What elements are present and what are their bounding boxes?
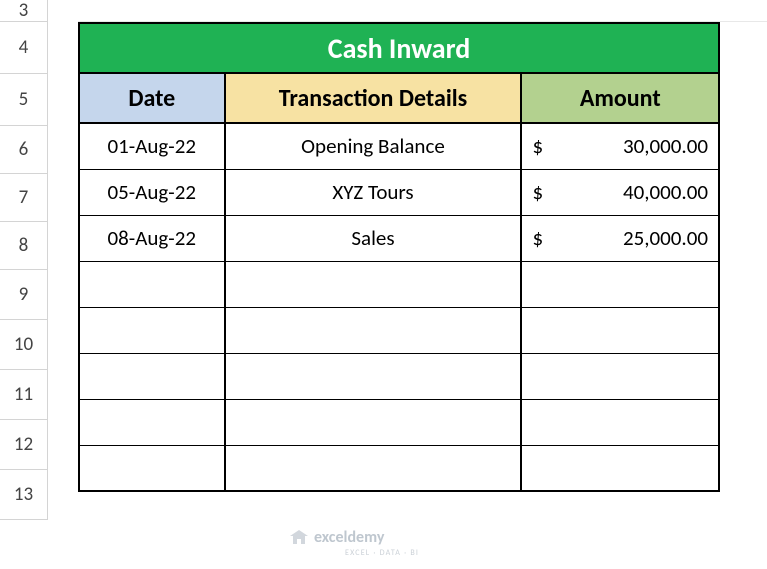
table-row: 05-Aug-22 XYZ Tours $40,000.00 <box>79 169 719 215</box>
cell-details[interactable] <box>225 307 522 353</box>
cell-details[interactable]: Sales <box>225 215 522 261</box>
table-row <box>79 261 719 307</box>
grid-area: Cash Inward Date Transaction Details Amo… <box>48 0 767 520</box>
watermark: exceldemy <box>290 528 384 547</box>
row-header[interactable]: 4 <box>0 22 48 74</box>
row-header[interactable]: 13 <box>0 470 48 520</box>
cell-details[interactable]: Opening Balance <box>225 123 522 169</box>
cell-date[interactable] <box>79 307 225 353</box>
cell-date[interactable] <box>79 353 225 399</box>
cell-details[interactable]: XYZ Tours <box>225 169 522 215</box>
amount-value: 40,000.00 <box>623 179 708 205</box>
row-header[interactable]: 7 <box>0 174 48 222</box>
empty-row <box>78 0 767 22</box>
row-header[interactable]: 5 <box>0 74 48 126</box>
row-header[interactable]: 10 <box>0 320 48 370</box>
table-row <box>79 445 719 491</box>
currency-symbol: $ <box>532 179 543 205</box>
row-header[interactable]: 3 <box>0 0 48 22</box>
cell-amount[interactable] <box>521 353 719 399</box>
table-row <box>79 353 719 399</box>
currency-symbol: $ <box>532 225 543 251</box>
cell-details[interactable] <box>225 399 522 445</box>
table-title[interactable]: Cash Inward <box>79 23 719 73</box>
cell-amount[interactable]: $25,000.00 <box>521 215 719 261</box>
row-header[interactable]: 12 <box>0 420 48 470</box>
cell-amount[interactable]: $30,000.00 <box>521 123 719 169</box>
watermark-text: exceldemy <box>314 528 384 547</box>
cell-amount[interactable] <box>521 307 719 353</box>
row-header[interactable]: 11 <box>0 370 48 420</box>
table-title-row: Cash Inward <box>79 23 719 73</box>
cell-date[interactable] <box>79 445 225 491</box>
row-header-gutter: 3 4 5 6 7 8 9 10 11 12 13 <box>0 0 48 520</box>
col-header-details[interactable]: Transaction Details <box>225 73 522 123</box>
cell-date[interactable]: 05-Aug-22 <box>79 169 225 215</box>
cell-amount[interactable]: $40,000.00 <box>521 169 719 215</box>
cash-inward-table: Cash Inward Date Transaction Details Amo… <box>78 22 720 492</box>
watermark-icon <box>290 530 308 546</box>
cell-amount[interactable] <box>521 399 719 445</box>
table-row: 08-Aug-22 Sales $25,000.00 <box>79 215 719 261</box>
column-header-row: Date Transaction Details Amount <box>79 73 719 123</box>
cell-date[interactable] <box>79 399 225 445</box>
cell-date[interactable]: 08-Aug-22 <box>79 215 225 261</box>
cell-amount[interactable] <box>521 445 719 491</box>
cell-date[interactable] <box>79 261 225 307</box>
cell-date[interactable]: 01-Aug-22 <box>79 123 225 169</box>
table-row: 01-Aug-22 Opening Balance $30,000.00 <box>79 123 719 169</box>
cell-details[interactable] <box>225 353 522 399</box>
cell-details[interactable] <box>225 445 522 491</box>
col-header-amount[interactable]: Amount <box>521 73 719 123</box>
cell-amount[interactable] <box>521 261 719 307</box>
table-row <box>79 399 719 445</box>
cell-details[interactable] <box>225 261 522 307</box>
table-row <box>79 307 719 353</box>
col-header-date[interactable]: Date <box>79 73 225 123</box>
spreadsheet: 3 4 5 6 7 8 9 10 11 12 13 Cash Inward Da… <box>0 0 767 520</box>
row-header[interactable]: 6 <box>0 126 48 174</box>
row-header[interactable]: 8 <box>0 222 48 270</box>
row-header[interactable]: 9 <box>0 270 48 320</box>
amount-value: 30,000.00 <box>623 133 708 159</box>
watermark-subtext: EXCEL · DATA · BI <box>345 548 419 558</box>
currency-symbol: $ <box>532 133 543 159</box>
amount-value: 25,000.00 <box>623 225 708 251</box>
